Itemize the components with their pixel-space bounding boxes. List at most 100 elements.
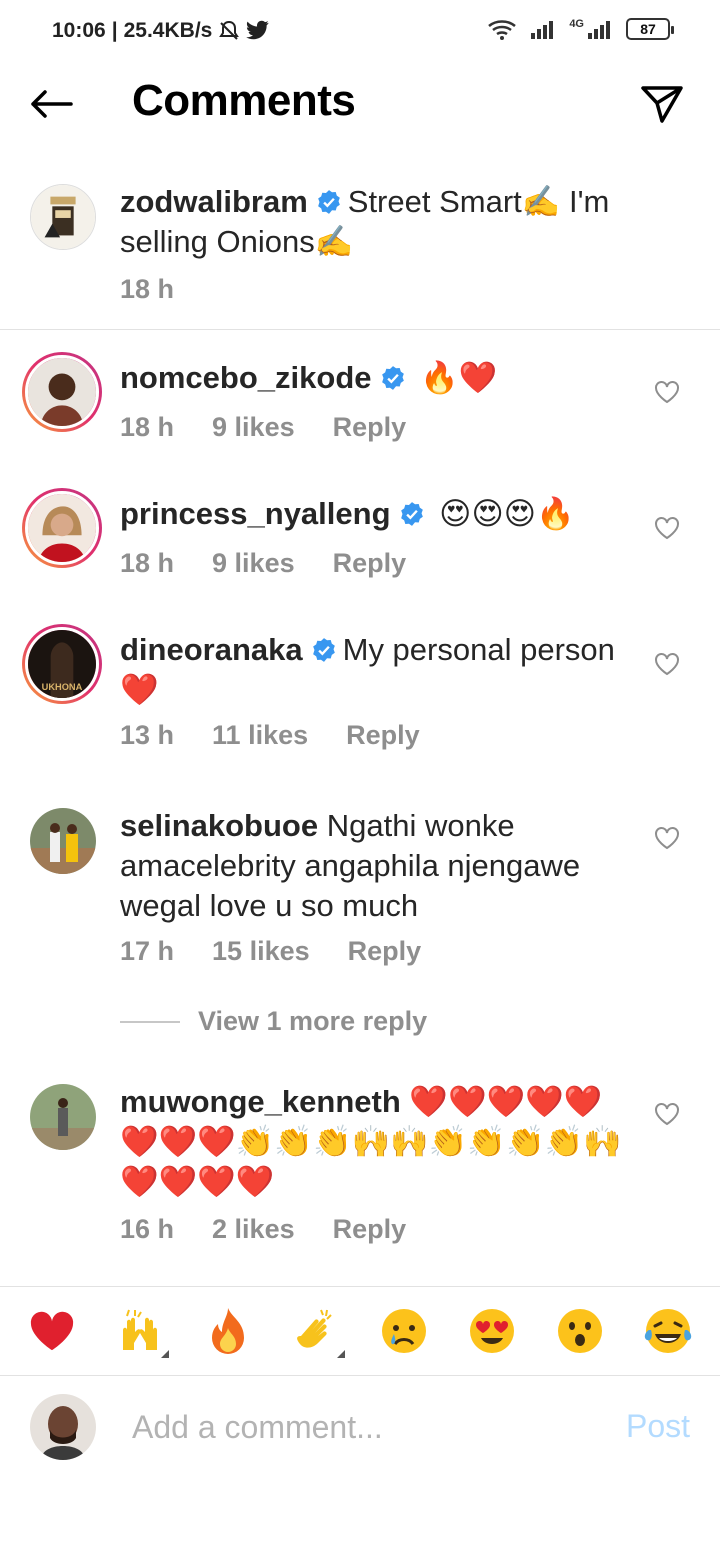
my-avatar	[30, 1394, 96, 1460]
clapping-hands-emoji-icon	[297, 1309, 332, 1348]
user-avatar-image	[30, 1394, 96, 1460]
signal-icon-2	[588, 21, 610, 39]
bell-off-icon	[219, 20, 240, 40]
status-time: 10:06	[52, 19, 106, 42]
comment-text: selinakobuoe Ngathi wonke amacelebrity a…	[120, 806, 640, 926]
reply-button[interactable]: Reply	[333, 412, 407, 443]
user-avatar-image	[30, 1084, 96, 1150]
tears-of-joy-emoji-icon	[644, 1309, 692, 1353]
user-avatar-image: UKHONA	[28, 630, 96, 698]
avatar[interactable]	[30, 184, 96, 250]
view-more-replies[interactable]: View 1 more reply	[120, 1006, 427, 1037]
comment-meta: 18 h 9 likes Reply	[120, 548, 406, 579]
comment-username[interactable]: selinakobuoe	[120, 808, 318, 843]
reply-button[interactable]: Reply	[348, 936, 422, 967]
verified-badge-icon	[312, 638, 335, 662]
comment-username[interactable]: dineoranaka	[120, 632, 303, 667]
like-heart-icon[interactable]	[654, 652, 680, 676]
paper-plane-icon	[641, 86, 683, 123]
emoji-quick-bar	[0, 1286, 720, 1376]
network-type: 4G	[569, 18, 584, 30]
twitter-icon	[246, 20, 270, 40]
emoji-fire-button[interactable]	[197, 1300, 259, 1362]
heart-eyes-emoji-icon	[470, 1309, 514, 1353]
page-title: Comments	[132, 76, 356, 125]
crying-face-emoji-icon	[382, 1309, 426, 1353]
surprised-face-emoji-icon	[558, 1309, 602, 1353]
comment-text: princess_nyalleng 😍😍😍🔥	[120, 494, 640, 534]
comment-meta: 17 h 15 likes Reply	[120, 936, 421, 967]
comment-time: 17 h	[120, 936, 175, 966]
emoji-laughing-button[interactable]	[637, 1300, 699, 1362]
like-heart-icon[interactable]	[654, 826, 680, 850]
emoji-raised-hands-button[interactable]	[109, 1300, 171, 1362]
comment-time: 16 h	[120, 1214, 175, 1244]
comment-meta: 18 h 9 likes Reply	[120, 412, 406, 443]
header: Comments	[0, 64, 720, 144]
variant-indicator-icon	[337, 1350, 345, 1358]
avatar[interactable]	[22, 352, 102, 432]
comment-username[interactable]: princess_nyalleng	[120, 496, 391, 531]
wifi-icon	[488, 20, 517, 40]
comment-meta: 16 h 2 likes Reply	[120, 1214, 406, 1245]
like-heart-icon[interactable]	[654, 1102, 680, 1126]
back-arrow-icon	[31, 90, 73, 118]
emoji-surprised-button[interactable]	[549, 1300, 611, 1362]
like-heart-icon[interactable]	[654, 380, 680, 404]
variant-indicator-icon	[161, 1350, 169, 1358]
user-avatar-image	[28, 494, 96, 562]
back-button[interactable]	[26, 82, 76, 126]
emoji-clapping-button[interactable]	[285, 1300, 347, 1362]
avatar[interactable]: UKHONA	[22, 624, 102, 704]
reply-button[interactable]: Reply	[333, 548, 407, 579]
status-bar: 10:06 | 25.4KB/s 4G 87	[0, 0, 720, 64]
comment-username[interactable]: nomcebo_zikode	[120, 360, 372, 395]
comment-likes[interactable]: 2 likes	[212, 1214, 295, 1245]
raised-hands-emoji-icon	[123, 1309, 157, 1350]
like-heart-icon[interactable]	[654, 516, 680, 540]
divider-line	[120, 1020, 180, 1023]
avatar[interactable]	[22, 488, 102, 568]
comment-likes[interactable]: 15 likes	[212, 936, 310, 967]
comment-meta: 13 h 11 likes Reply	[120, 720, 420, 751]
emoji-heart-button[interactable]	[21, 1300, 83, 1362]
comment-username[interactable]: muwonge_kenneth	[120, 1084, 401, 1119]
avatar[interactable]	[30, 808, 96, 874]
signal-icon	[531, 21, 554, 39]
comment-body: 🔥❤️	[420, 360, 498, 395]
user-avatar-image	[30, 808, 96, 874]
status-right: 4G 87	[487, 18, 674, 40]
view-more-label: View 1 more reply	[198, 1006, 428, 1036]
fire-emoji-icon	[212, 1308, 244, 1354]
verified-badge-icon	[317, 190, 340, 214]
product-avatar-image	[31, 185, 95, 249]
emoji-crying-button[interactable]	[373, 1300, 435, 1362]
caption-meta: 18 h	[120, 274, 174, 305]
comment-text: muwonge_kenneth ❤️❤️❤️❤️❤️❤️❤️❤️👏👏👏🙌🙌👏👏👏…	[120, 1082, 640, 1202]
avatar[interactable]	[30, 1084, 96, 1150]
comment-likes[interactable]: 9 likes	[212, 548, 295, 579]
comment-time: 13 h	[120, 720, 175, 750]
status-left: 10:06 | 25.4KB/s	[52, 19, 270, 43]
comment-body: 😍😍😍🔥	[439, 496, 575, 531]
emoji-heart-eyes-button[interactable]	[461, 1300, 523, 1362]
comment-time: 18 h	[120, 548, 175, 578]
battery-indicator: 87	[626, 18, 674, 40]
caption-username[interactable]: zodwalibram	[120, 184, 308, 219]
post-button[interactable]: Post	[626, 1408, 690, 1445]
heart-emoji-icon	[30, 1311, 74, 1351]
caption-time: 18 h	[120, 274, 175, 304]
post-caption: zodwalibram Street Smart✍️ I'm selling On…	[0, 170, 720, 330]
comment-text: dineoranaka My personal person ❤️	[120, 630, 640, 710]
reply-button[interactable]: Reply	[346, 720, 420, 751]
add-comment-bar: Post	[0, 1378, 720, 1478]
comment-likes[interactable]: 9 likes	[212, 412, 295, 443]
reply-button[interactable]: Reply	[333, 1214, 407, 1245]
comment-input[interactable]	[132, 1404, 592, 1450]
comment-likes[interactable]: 11 likes	[212, 720, 308, 751]
share-button[interactable]	[638, 80, 686, 128]
verified-badge-icon	[381, 366, 404, 390]
verified-badge-icon	[400, 502, 423, 526]
svg-text:UKHONA: UKHONA	[42, 682, 83, 692]
user-avatar-image	[28, 358, 96, 426]
